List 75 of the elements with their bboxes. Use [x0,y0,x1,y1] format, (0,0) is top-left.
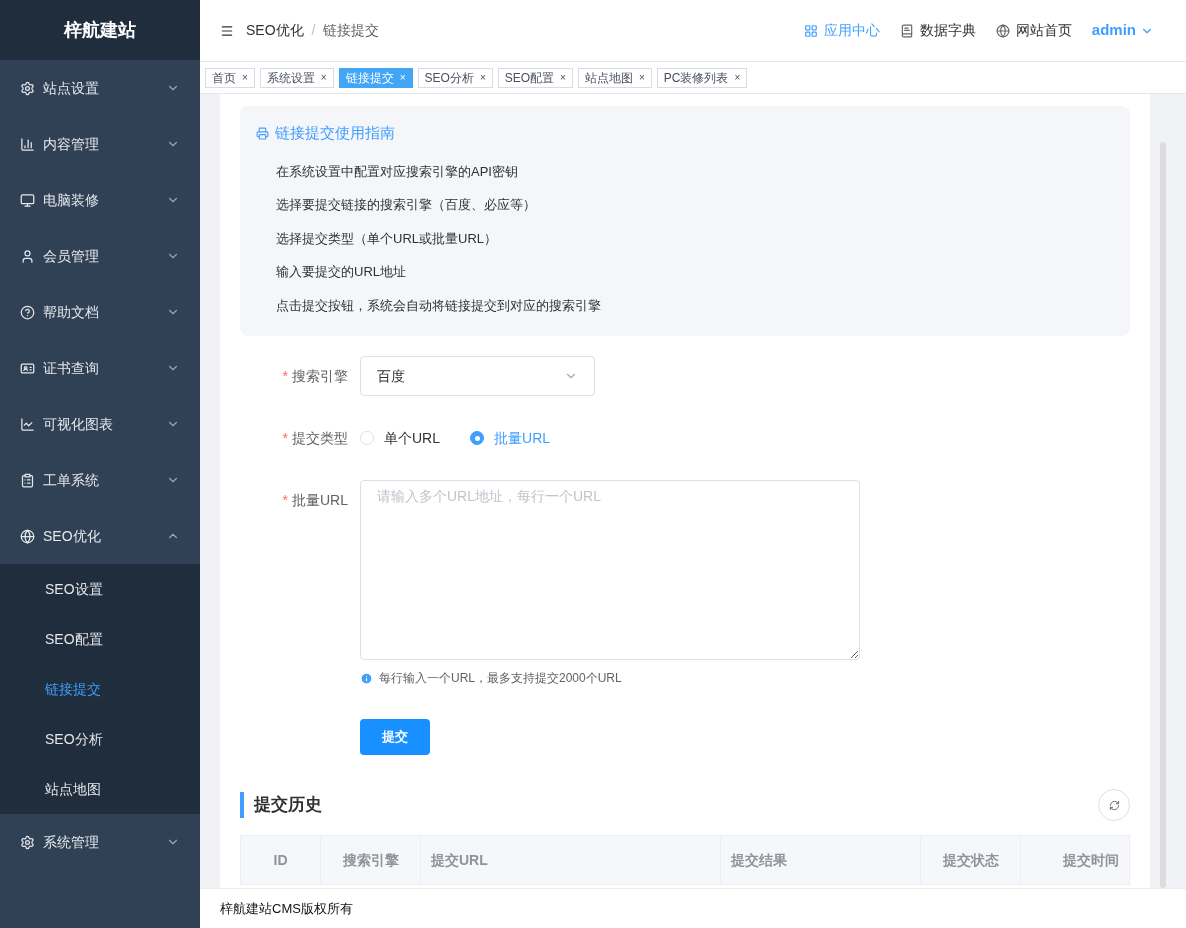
column-header: 提交时间 [1062,850,1120,870]
help-icon [20,304,35,320]
sidebar-item[interactable]: 会员管理 [0,228,200,284]
bar-chart-icon [20,136,35,152]
globe-icon [995,23,1010,38]
sidebar-item[interactable]: 电脑装修 [0,172,200,228]
breadcrumb-item: 链接提交 [323,21,380,40]
line-chart-icon [20,416,35,432]
required-mark: * [282,428,288,448]
clipboard-icon [20,472,35,488]
printer-icon [256,126,269,140]
required-mark: * [282,491,288,510]
sidebar-item[interactable]: 内容管理 [0,116,200,172]
refresh-icon [1108,799,1120,811]
sidebar-item[interactable]: 证书查询 [0,340,200,396]
field-label: 搜索引擎 [292,366,348,386]
scrollbar[interactable] [1160,142,1166,888]
id-card-icon [20,360,35,376]
menu-icon[interactable] [220,23,234,38]
radio-option[interactable]: 单个URL [360,427,440,449]
page-tab[interactable]: 首页 × [205,67,255,88]
sidebar-item[interactable]: 帮助文档 [0,284,200,340]
field-hint: 每行输入一个URL，最多支持提交2000个URL [379,670,622,687]
field-label: 批量URL [292,491,348,510]
page-tab[interactable]: 系统设置 × [259,67,334,88]
sidebar-subitem[interactable]: 链接提交 [0,664,200,714]
close-icon[interactable]: × [479,70,486,85]
close-icon[interactable]: × [638,70,645,85]
field-label: 提交类型 [292,428,348,448]
page-tab[interactable]: SEO配置 × [497,67,573,88]
close-icon[interactable]: × [242,70,248,85]
column-header: ID [241,836,321,884]
sidebar-item[interactable]: 工单系统 [0,452,200,508]
guide-step: 在系统设置中配置对应搜索引擎的API密钥 [256,154,1114,188]
breadcrumb-separator: / [311,21,316,40]
guide-step: 选择要提交链接的搜索引擎（百度、必应等） [256,188,1114,222]
breadcrumb-item[interactable]: SEO优化 [246,20,304,41]
page-tab[interactable]: SEO分析 × [417,67,493,88]
sidebar-logo: 梓航建站 [0,0,200,60]
column-header: 提交URL [421,836,721,884]
sidebar-subitem[interactable]: 站点地图 [0,764,200,814]
guide-title: 链接提交使用指南 [275,123,395,143]
guide-step: 点击提交按钮，系统会自动将链接提交到对应的搜索引擎 [256,288,1114,322]
sidebar-subitem[interactable]: SEO配置 [0,614,200,664]
globe-icon [20,528,35,544]
book-icon [899,23,914,38]
sidebar-subitem[interactable]: SEO分析 [0,714,200,764]
info-icon [360,671,373,685]
guide-step: 选择提交类型（单个URL或批量URL） [256,221,1114,255]
section-title: 提交历史 [254,794,323,817]
sidebar-item[interactable]: 可视化图表 [0,396,200,452]
header-link[interactable]: 数据字典 [899,20,976,41]
close-icon[interactable]: × [560,70,566,85]
required-mark: * [282,366,288,386]
column-header: 提交结果 [721,836,921,884]
column-header: 提交状态 [921,836,1021,884]
sidebar-item[interactable]: SEO优化 [0,508,200,564]
close-icon[interactable]: × [734,70,741,85]
gear-icon [20,834,35,850]
radio-button[interactable] [470,431,484,445]
sidebar-item[interactable]: 站点设置 [0,60,200,116]
sidebar-item[interactable]: 系统管理 [0,814,200,870]
sidebar-subitem[interactable]: SEO设置 [0,564,200,614]
column-header: 搜索引擎 [321,836,421,884]
user-icon [20,248,35,264]
close-icon[interactable]: × [320,70,327,85]
guide-step: 输入要提交的URL地址 [256,255,1114,289]
monitor-icon [20,192,35,208]
page-tab[interactable]: 站点地图 × [577,67,652,88]
header-link[interactable]: 网站首页 [995,20,1072,41]
gear-icon [20,80,35,96]
grid-icon [803,23,818,38]
page-tab[interactable]: PC装修列表 × [656,67,748,88]
select-field[interactable]: 百度 [360,356,595,396]
url-textarea[interactable]: 请输入多个URL地址，每行一个URL [360,480,860,660]
